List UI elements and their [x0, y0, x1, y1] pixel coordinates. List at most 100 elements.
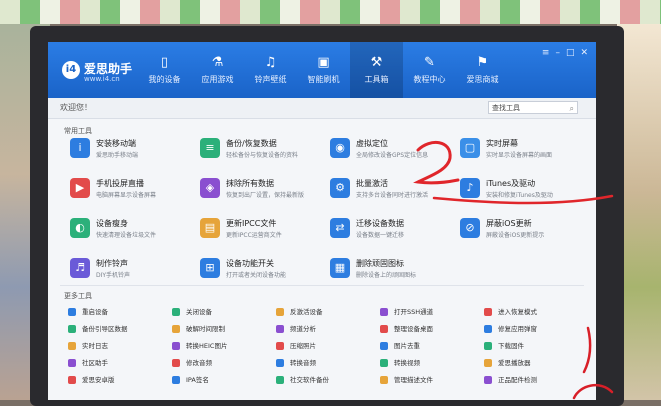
more-tool-icon	[484, 325, 492, 333]
tool-item[interactable]: i 安装移动端 爱思助手移动端	[62, 134, 192, 166]
more-tool-label: 图片去重	[394, 342, 420, 350]
more-tool-icon	[172, 359, 180, 367]
tool-icon: ≡	[200, 138, 220, 158]
tool-item[interactable]: ♪ iTunes及驱动 安装和修复iTunes及驱动	[452, 174, 582, 206]
tool-item[interactable]: ▤ 更新IPCC文件 更新IPCC运营商文件	[192, 214, 322, 246]
more-tool-item[interactable]: 备份引导区数据	[68, 323, 172, 337]
more-tool-icon	[380, 359, 388, 367]
menu-icon[interactable]: ≡	[542, 48, 550, 58]
more-tool-item[interactable]: 破解时间限制	[172, 323, 276, 337]
nav-my-device[interactable]: ▯ 我的设备	[138, 42, 191, 98]
more-tool-icon	[68, 359, 76, 367]
book-icon: ✎	[424, 54, 435, 70]
more-tool-item[interactable]: 整理设备桌面	[380, 323, 484, 337]
more-tool-icon	[68, 308, 76, 316]
nav-label: 爱思商城	[466, 74, 499, 84]
tool-description: 打开或者关闭设备功能	[226, 272, 287, 279]
more-tool-label: 压缩照片	[290, 342, 316, 350]
more-tool-icon	[172, 342, 180, 350]
apps-icon: ⚗	[211, 54, 224, 70]
tool-description: 删除设备上的顽固图标	[356, 272, 417, 279]
tool-item[interactable]: ⊞ 设备功能开关 打开或者关闭设备功能	[192, 254, 322, 286]
more-tool-item[interactable]: 图片去重	[380, 340, 484, 354]
more-tool-item[interactable]: 转换音频	[276, 357, 380, 371]
more-tool-label: 修改音频	[186, 359, 212, 367]
tool-icon: ◉	[330, 138, 350, 158]
nav-tutorials[interactable]: ✎ 教程中心	[403, 42, 456, 98]
nav-shop[interactable]: ⚑ 爱思商城	[456, 42, 509, 98]
phone-icon: ▯	[160, 54, 169, 70]
more-tool-icon	[276, 359, 284, 367]
tool-icon: ♬	[70, 258, 90, 278]
tool-item[interactable]: ⊘ 屏蔽iOS更新 屏蔽设备iOS更新提示	[452, 214, 582, 246]
more-tool-label: 打开SSH通道	[394, 308, 434, 316]
tool-item[interactable]: ⚙ 批量激活 支持多台设备同时进行激活	[322, 174, 452, 206]
tool-item[interactable]: ⇄ 迁移设备数据 设备数据一键迁移	[322, 214, 452, 246]
tool-item[interactable]: ♬ 制作铃声 DIY手机铃声	[62, 254, 192, 286]
tool-item[interactable]: ≡ 备份/恢复数据 轻松备份与恢复设备的资料	[192, 134, 322, 166]
more-tool-item[interactable]: 修改音频	[172, 357, 276, 371]
more-tool-item[interactable]: 社交软件备份	[276, 374, 380, 388]
tool-icon: ▶	[70, 178, 90, 198]
nav-label: 智能刷机	[307, 74, 340, 84]
more-tool-item[interactable]: 转换视频	[380, 357, 484, 371]
more-tool-label: 整理设备桌面	[394, 325, 433, 333]
more-tool-item[interactable]: 打开SSH通道	[380, 306, 484, 320]
more-tool-item[interactable]: 压缩照片	[276, 340, 380, 354]
more-tool-item[interactable]: 管理描述文件	[380, 374, 484, 388]
more-tool-item[interactable]: 修复应用弹窗	[484, 323, 588, 337]
tool-item[interactable]: ◉ 虚拟定位 全局修改设备GPS定位信息	[322, 134, 452, 166]
more-tool-item[interactable]: 社区助手	[68, 357, 172, 371]
more-tool-icon	[68, 342, 76, 350]
more-tool-icon	[484, 376, 492, 384]
more-tool-item[interactable]: 重启设备	[68, 306, 172, 320]
nav-label: 铃声壁纸	[254, 74, 287, 84]
more-tool-label: 下载固件	[498, 342, 524, 350]
nav-toolbox[interactable]: ⚒ 工具箱	[350, 42, 403, 98]
nav-ringtones[interactable]: ♫ 铃声壁纸	[244, 42, 297, 98]
desk-decoration-top	[0, 0, 661, 24]
app-window: i4 爱思助手 www.i4.cn ▯ 我的设备 ⚗ 应用游戏 ♫ 铃声壁纸 ▣ 智能刷…	[48, 42, 596, 400]
nav-label: 我的设备	[148, 74, 181, 84]
search-input[interactable]: 查找工具 ⌕	[488, 101, 578, 114]
more-tool-item[interactable]: 反激活设备	[276, 306, 380, 320]
more-tool-item[interactable]: IPA签名	[172, 374, 276, 388]
more-tool-icon	[172, 325, 180, 333]
tool-name: 实时屏幕	[486, 139, 518, 148]
search-icon[interactable]: ⌕	[570, 102, 574, 115]
maximize-icon[interactable]: □	[566, 48, 575, 58]
tool-description: DIY手机铃声	[96, 272, 131, 279]
more-tool-item[interactable]: 频道分析	[276, 323, 380, 337]
tool-item[interactable]: ◐ 设备瘦身 快速清理设备垃圾文件	[62, 214, 192, 246]
app-header: i4 爱思助手 www.i4.cn ▯ 我的设备 ⚗ 应用游戏 ♫ 铃声壁纸 ▣ 智能刷…	[48, 42, 596, 98]
more-tool-label: 实时日志	[82, 342, 108, 350]
tool-item[interactable]: ▢ 实时屏幕 实时显示设备屏幕的画面	[452, 134, 582, 166]
more-tool-item[interactable]: 关闭设备	[172, 306, 276, 320]
tool-icon: ⊞	[200, 258, 220, 278]
nav-apps[interactable]: ⚗ 应用游戏	[191, 42, 244, 98]
tool-item[interactable]: ▦ 删除顽固图标 删除设备上的顽固图标	[322, 254, 452, 286]
close-icon[interactable]: ✕	[580, 48, 588, 58]
tool-item[interactable]: ◈ 抹除所有数据 恢复到出厂设置，保持最新版	[192, 174, 322, 206]
tool-icon: ⇄	[330, 218, 350, 238]
tool-icon: ⊘	[460, 218, 480, 238]
window-controls: ≡ – □ ✕	[542, 48, 588, 58]
more-tool-item[interactable]: 实时日志	[68, 340, 172, 354]
more-tool-item[interactable]: 进入恢复模式	[484, 306, 588, 320]
more-tool-icon	[380, 308, 388, 316]
tool-name: 制作铃声	[96, 259, 128, 268]
tool-name: 虚拟定位	[356, 139, 388, 148]
more-tool-item[interactable]: 爱思安卓版	[68, 374, 172, 388]
more-tool-icon	[276, 342, 284, 350]
tool-item[interactable]: ▶ 手机投屏直播 电脑屏幕显示设备屏幕	[62, 174, 192, 206]
more-tool-item[interactable]: 下载固件	[484, 340, 588, 354]
more-tool-item[interactable]: 正品配件检测	[484, 374, 588, 388]
nav-flash[interactable]: ▣ 智能刷机	[297, 42, 350, 98]
tool-description: 恢复到出厂设置，保持最新版	[226, 192, 305, 199]
tool-name: 设备瘦身	[96, 219, 128, 228]
more-tool-item[interactable]: 转换HEIC图片	[172, 340, 276, 354]
more-tool-item[interactable]: 爱思播放器	[484, 357, 588, 371]
minimize-icon[interactable]: –	[555, 48, 560, 58]
more-tool-label: 转换视频	[394, 359, 420, 367]
tool-name: 迁移设备数据	[356, 219, 404, 228]
